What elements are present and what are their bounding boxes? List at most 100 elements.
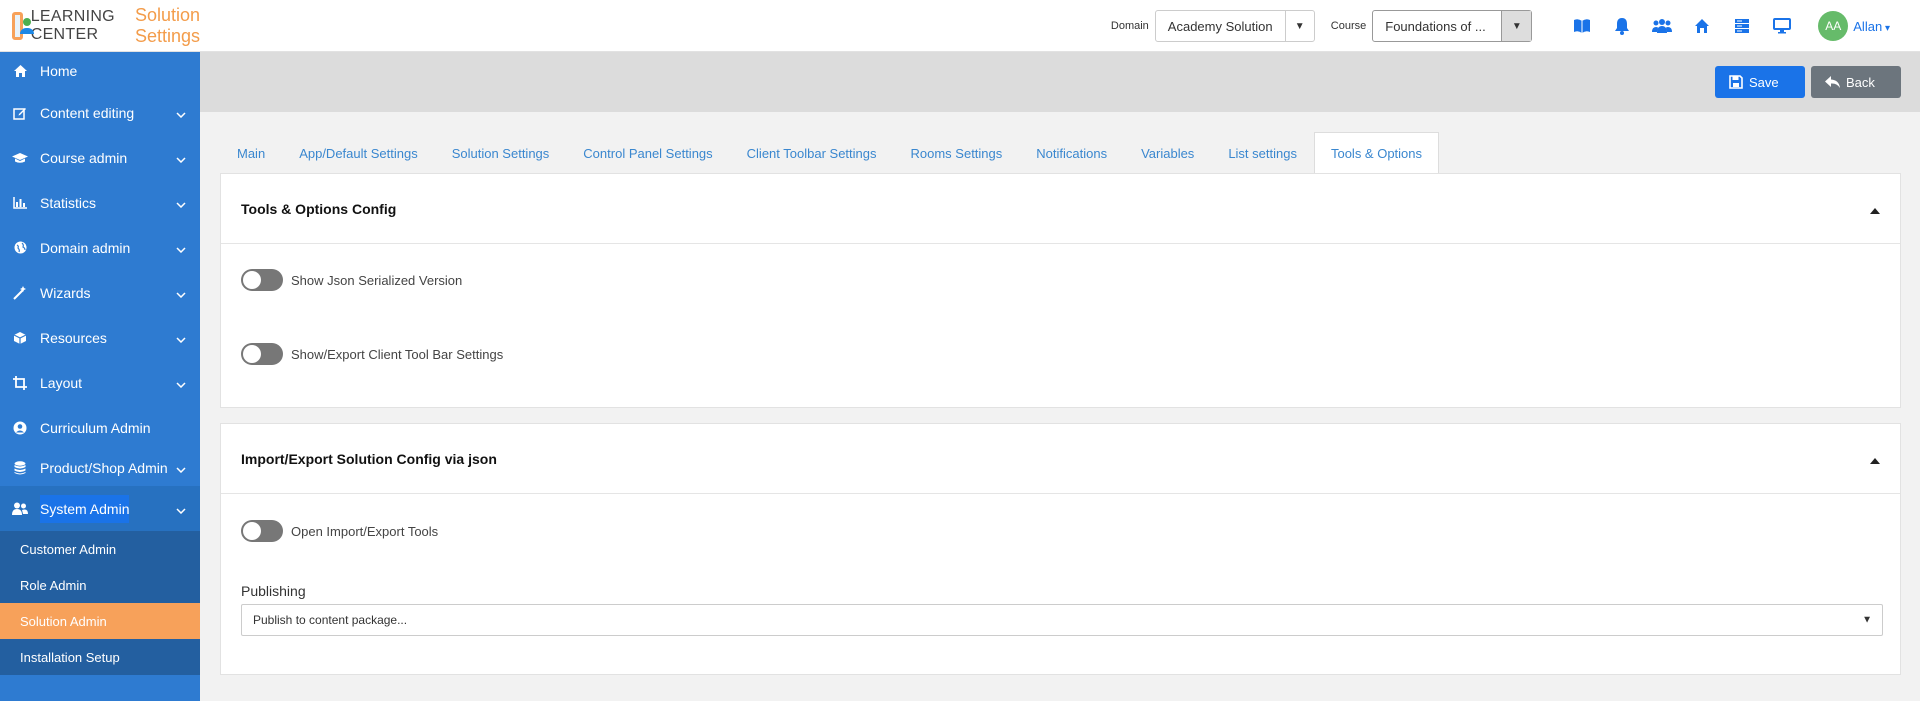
logo[interactable]: LEARNING CENTER Solution Settings bbox=[0, 0, 200, 52]
learning-center-logo-icon bbox=[12, 11, 34, 40]
book-icon[interactable] bbox=[1562, 11, 1602, 41]
edit-icon bbox=[12, 105, 28, 121]
tools-options-config-panel: Tools & Options Config Show Json Seriali… bbox=[220, 173, 1901, 408]
save-icon bbox=[1729, 75, 1743, 89]
sidebar-item-resources[interactable]: Resources bbox=[0, 315, 200, 360]
save-button-label: Save bbox=[1749, 74, 1779, 90]
chevron-down-icon bbox=[176, 330, 186, 346]
settings-tabs: Main App/Default Settings Solution Setti… bbox=[220, 132, 1440, 174]
chevron-down-icon: ▼ bbox=[1862, 614, 1872, 626]
open-import-export-toggle[interactable] bbox=[241, 520, 283, 542]
sidebar-item-wizards[interactable]: Wizards bbox=[0, 270, 200, 315]
header-controls: Domain Academy Solution ▼ Course Foundat… bbox=[1111, 0, 1920, 52]
export-client-toolbar-toggle[interactable] bbox=[241, 343, 283, 365]
toggle-row: Show/Export Client Tool Bar Settings bbox=[221, 343, 503, 365]
sidebar-item-statistics[interactable]: Statistics bbox=[0, 180, 200, 225]
sidebar-subitem-customer-admin[interactable]: Customer Admin bbox=[0, 531, 200, 567]
desktop-icon[interactable] bbox=[1762, 11, 1802, 41]
toggle-row: Show Json Serialized Version bbox=[221, 269, 462, 291]
chevron-down-icon bbox=[176, 501, 186, 517]
chevron-down-icon bbox=[176, 105, 186, 121]
panel-title: Import/Export Solution Config via json bbox=[241, 450, 497, 467]
course-label: Course bbox=[1330, 20, 1367, 32]
chevron-down-icon bbox=[176, 460, 186, 476]
domain-select[interactable]: Academy Solution ▼ bbox=[1154, 10, 1315, 42]
home-icon[interactable] bbox=[1682, 11, 1722, 41]
sidebar-item-label: Curriculum Admin bbox=[40, 419, 151, 436]
sidebar-item-product-shop-admin[interactable]: Product/Shop Admin bbox=[0, 450, 200, 486]
tab-main[interactable]: Main bbox=[220, 132, 282, 174]
sidebar-item-label: Home bbox=[40, 63, 78, 79]
user-menu[interactable]: Allan bbox=[1853, 19, 1890, 34]
sidebar-item-label: System Admin bbox=[40, 494, 130, 523]
collapse-icon[interactable] bbox=[1870, 201, 1880, 217]
chevron-down-icon[interactable]: ▼ bbox=[1501, 11, 1532, 41]
tab-rooms-settings[interactable]: Rooms Settings bbox=[894, 132, 1020, 174]
back-button-label: Back bbox=[1846, 74, 1875, 90]
system-admin-submenu: Customer Admin Role Admin Solution Admin… bbox=[0, 531, 200, 675]
toggle-label: Open Import/Export Tools bbox=[291, 523, 439, 539]
sidebar-item-label: Layout bbox=[40, 374, 83, 391]
collapse-icon[interactable] bbox=[1870, 451, 1880, 467]
sidebar-item-system-admin[interactable]: System Admin bbox=[0, 486, 200, 531]
crop-icon bbox=[12, 375, 28, 391]
sidebar-item-home[interactable]: Home bbox=[0, 52, 200, 90]
page-title: Solution Settings bbox=[134, 4, 200, 46]
sidebar-subitem-solution-admin[interactable]: Solution Admin bbox=[0, 603, 200, 639]
sidebar-item-label: Product/Shop Admin bbox=[40, 460, 168, 476]
chevron-down-icon bbox=[176, 240, 186, 256]
graduation-cap-icon bbox=[12, 150, 28, 166]
save-button[interactable]: Save bbox=[1715, 66, 1805, 98]
bar-chart-icon bbox=[12, 195, 28, 211]
publishing-label: Publishing bbox=[241, 583, 306, 599]
publishing-select-value: Publish to content package... bbox=[253, 613, 408, 627]
chevron-down-icon bbox=[176, 285, 186, 301]
sidebar-item-label: Content editing bbox=[40, 104, 135, 121]
tab-client-toolbar-settings[interactable]: Client Toolbar Settings bbox=[730, 132, 894, 174]
sidebar-item-label: Course admin bbox=[40, 149, 128, 166]
user-circle-icon bbox=[12, 420, 28, 436]
app-name: LEARNING CENTER bbox=[30, 7, 115, 43]
action-bar: Save Back bbox=[200, 52, 1920, 112]
sidebar-item-layout[interactable]: Layout bbox=[0, 360, 200, 405]
users-group-icon[interactable] bbox=[1642, 11, 1682, 41]
tab-list-settings[interactable]: List settings bbox=[1211, 132, 1314, 174]
back-button[interactable]: Back bbox=[1811, 66, 1901, 98]
sidebar-item-label: Domain admin bbox=[40, 239, 131, 256]
sidebar-item-domain-admin[interactable]: Domain admin bbox=[0, 225, 200, 270]
panel-header[interactable]: Tools & Options Config bbox=[221, 174, 1900, 244]
sidebar-subitem-role-admin[interactable]: Role Admin bbox=[0, 567, 200, 603]
panel-header[interactable]: Import/Export Solution Config via json bbox=[221, 424, 1900, 494]
course-select-value: Foundations of ... bbox=[1385, 18, 1486, 34]
chevron-down-icon bbox=[176, 150, 186, 166]
json-serialized-toggle[interactable] bbox=[241, 269, 283, 291]
tab-variables[interactable]: Variables bbox=[1124, 132, 1211, 174]
sidebar-item-content-editing[interactable]: Content editing bbox=[0, 90, 200, 135]
header-icon-bar bbox=[1562, 11, 1802, 41]
toggle-row: Open Import/Export Tools bbox=[221, 520, 438, 542]
home-icon bbox=[12, 63, 28, 79]
avatar[interactable]: AA bbox=[1818, 11, 1849, 41]
server-list-icon[interactable] bbox=[1722, 11, 1762, 41]
bell-icon[interactable] bbox=[1602, 11, 1642, 41]
tab-control-panel-settings[interactable]: Control Panel Settings bbox=[566, 132, 729, 174]
tab-tools-options[interactable]: Tools & Options bbox=[1313, 132, 1440, 174]
top-header: LEARNING CENTER Solution Settings Domain… bbox=[0, 0, 1920, 52]
globe-icon bbox=[12, 240, 28, 256]
toggle-label: Show Json Serialized Version bbox=[291, 272, 463, 288]
tab-notifications[interactable]: Notifications bbox=[1019, 132, 1124, 174]
sidebar-subitem-installation-setup[interactable]: Installation Setup bbox=[0, 639, 200, 675]
chevron-down-icon bbox=[176, 375, 186, 391]
course-select[interactable]: Foundations of ... ▼ bbox=[1372, 10, 1533, 42]
chevron-down-icon[interactable]: ▼ bbox=[1284, 11, 1314, 41]
tab-app-default-settings[interactable]: App/Default Settings bbox=[282, 132, 435, 174]
tab-solution-settings[interactable]: Solution Settings bbox=[435, 132, 567, 174]
chevron-down-icon bbox=[176, 195, 186, 211]
import-export-panel: Import/Export Solution Config via json O… bbox=[220, 423, 1901, 675]
magic-wand-icon bbox=[12, 285, 28, 301]
sidebar-item-curriculum-admin[interactable]: Curriculum Admin bbox=[0, 405, 200, 450]
cube-icon bbox=[12, 330, 28, 346]
sidebar-item-course-admin[interactable]: Course admin bbox=[0, 135, 200, 180]
sidebar-item-label: Resources bbox=[40, 329, 107, 346]
publishing-select[interactable]: Publish to content package... ▼ bbox=[241, 604, 1883, 636]
